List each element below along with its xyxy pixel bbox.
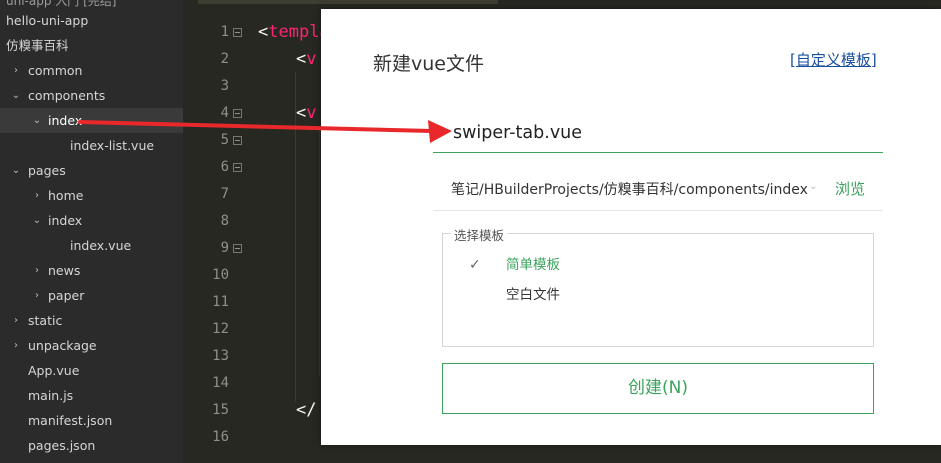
chevron-right-icon[interactable]: ›	[10, 308, 22, 333]
tree-item-label: App.vue	[28, 363, 80, 378]
tree-item-label: static	[28, 313, 63, 328]
code-line-1: <templa	[258, 19, 330, 46]
filename-field[interactable]	[433, 113, 883, 153]
chevron-right-icon[interactable]: ›	[31, 258, 43, 283]
line-number: 1	[220, 24, 229, 40]
tree-item-label: index	[48, 213, 83, 228]
tree-item-label: components	[28, 88, 106, 103]
tree-item-label: hello-uni-app	[6, 13, 89, 28]
tree-item-label: index-list.vue	[70, 138, 155, 153]
chevron-right-icon[interactable]: ›	[10, 333, 22, 358]
tree-item-static[interactable]: › static	[0, 308, 183, 333]
template-group-label: 选择模板	[451, 225, 508, 244]
target-path-field[interactable]: 笔记/HBuilderProjects/仿糗事百科/components/ind…	[433, 169, 883, 211]
tree-item-label: pages	[28, 163, 66, 178]
line-number: 5	[220, 132, 229, 148]
chevron-down-icon[interactable]: ⌄	[31, 108, 43, 133]
custom-template-link[interactable]: [自定义模板]	[790, 49, 877, 70]
tree-item-label: unpackage	[28, 338, 97, 353]
tree-item-label: 仿糗事百科	[6, 38, 69, 53]
tree-item-home[interactable]: › home	[0, 183, 183, 208]
chevron-right-icon[interactable]: ›	[10, 58, 22, 83]
line-number: 3	[220, 78, 229, 94]
code-tag-name: v	[306, 49, 317, 69]
browse-button[interactable]: 浏览	[835, 178, 865, 199]
tree-item-manifest-json[interactable]: manifest.json	[0, 408, 183, 433]
line-number: 6	[220, 159, 229, 175]
indent-guide	[319, 126, 320, 376]
line-number: 14	[212, 375, 229, 391]
code-line-2: <v	[296, 46, 317, 73]
tree-item-common[interactable]: › common	[0, 58, 183, 83]
line-number: 15	[212, 402, 229, 418]
tree-item-index-list-vue[interactable]: index-list.vue	[0, 133, 183, 158]
fold-toggle-icon[interactable]	[233, 109, 242, 118]
line-number: 13	[212, 348, 229, 364]
tree-item-paper[interactable]: › paper	[0, 283, 183, 308]
line-number: 4	[220, 105, 229, 121]
new-vue-file-dialog: 新建vue文件 [自定义模板] 笔记/HBuilderProjects/仿糗事百…	[321, 9, 941, 445]
fold-toggle-icon[interactable]	[233, 28, 242, 37]
line-number: 10	[212, 267, 229, 283]
line-number: 2	[220, 51, 229, 67]
fold-toggle-icon[interactable]	[233, 136, 242, 145]
tree-item-index-vue[interactable]: index.vue	[0, 233, 183, 258]
template-option-simple[interactable]: ✓ 简单模板	[443, 251, 873, 279]
tree-item-label: main.js	[28, 388, 74, 403]
code-line-15: </	[296, 397, 316, 424]
code-bracket: <	[296, 49, 307, 69]
fold-toggle-icon[interactable]	[233, 244, 242, 253]
tree-item-pages-index[interactable]: ⌄ index	[0, 208, 183, 233]
filename-input[interactable]	[453, 118, 873, 148]
tree-item-label: manifest.json	[28, 413, 113, 428]
code-line-4: <v	[296, 100, 317, 127]
line-number: 11	[212, 294, 229, 310]
tree-item-label: home	[48, 188, 84, 203]
tree-item-pages-json[interactable]: pages.json	[0, 433, 183, 458]
tree-item-components[interactable]: ⌄ components	[0, 83, 183, 108]
tree-item-hello-uni-app[interactable]: hello-uni-app	[0, 8, 183, 33]
template-selector: 选择模板 ✓ 简单模板 空白文件	[442, 225, 874, 347]
code-tag-name: v	[306, 103, 317, 123]
code-bracket: </	[296, 400, 317, 420]
tree-item-pages[interactable]: ⌄ pages	[0, 158, 183, 183]
template-option-label: 空白文件	[506, 287, 560, 303]
editor-tab-strip	[198, 0, 498, 4]
tree-item-app-vue[interactable]: App.vue	[0, 358, 183, 383]
chevron-right-icon[interactable]: ›	[31, 183, 43, 208]
tree-item-label: index	[48, 113, 83, 128]
code-bracket: <	[296, 103, 307, 123]
tree-item-components-index[interactable]: ⌄ index	[0, 108, 183, 133]
fold-toggle-icon[interactable]	[233, 163, 242, 172]
checkmark-icon: ✓	[469, 257, 481, 273]
line-number: 7	[220, 186, 229, 202]
chevron-down-icon[interactable]: ⌄	[809, 181, 817, 192]
code-bracket: <	[258, 22, 269, 42]
project-tree-sidebar: uni-app 入门 [完结] hello-uni-app 仿糗事百科 › co…	[0, 0, 183, 463]
template-option-label: 简单模板	[506, 257, 560, 273]
line-number: 16	[212, 429, 229, 445]
tree-item-label: index.vue	[70, 238, 132, 253]
line-number: 9	[220, 240, 229, 256]
tree-item-news[interactable]: › news	[0, 258, 183, 283]
tree-item-project[interactable]: 仿糗事百科	[0, 33, 183, 58]
tree-item-unpackage[interactable]: › unpackage	[0, 333, 183, 358]
tree-item-label: news	[48, 263, 81, 278]
chevron-down-icon[interactable]: ⌄	[31, 208, 43, 233]
tree-item-main-js[interactable]: main.js	[0, 383, 183, 408]
template-option-blank[interactable]: 空白文件	[443, 281, 873, 309]
tree-item-label: pages.json	[28, 438, 96, 453]
chevron-down-icon[interactable]: ⌄	[10, 83, 22, 108]
chevron-right-icon[interactable]: ›	[31, 283, 43, 308]
target-path-text: 笔记/HBuilderProjects/仿糗事百科/components/ind…	[451, 182, 808, 198]
line-number: 8	[220, 213, 229, 229]
line-number: 12	[212, 321, 229, 337]
dialog-title: 新建vue文件	[373, 53, 484, 75]
chevron-down-icon[interactable]: ⌄	[10, 158, 22, 183]
tree-item-label: paper	[48, 288, 85, 303]
tree-item-label: common	[28, 63, 83, 78]
create-button[interactable]: 创建(N)	[442, 363, 874, 414]
